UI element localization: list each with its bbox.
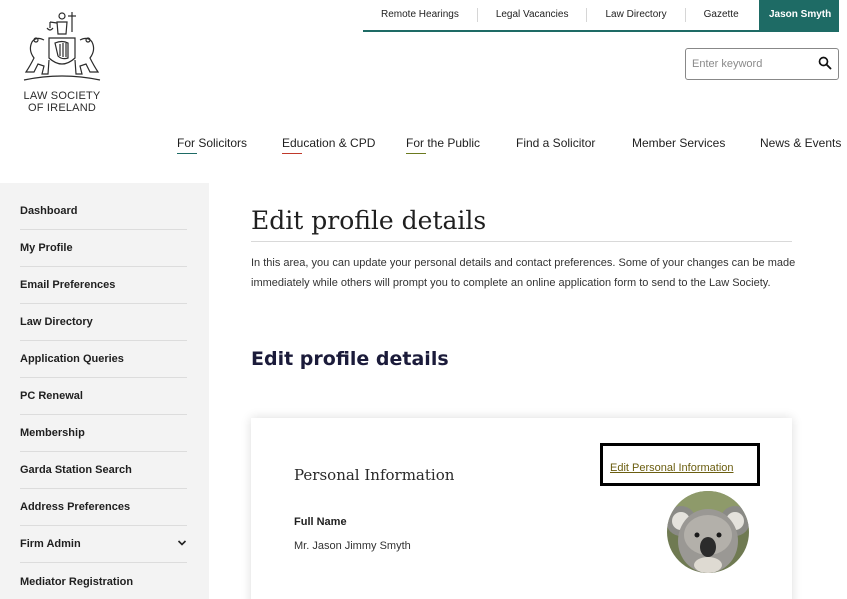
sidebar-item-firm-admin[interactable]: Firm Admin: [20, 526, 187, 563]
sidebar-item-application-queries[interactable]: Application Queries: [20, 341, 187, 378]
sidebar-item-dashboard[interactable]: Dashboard: [20, 193, 187, 230]
intro-text: In this area, you can update your person…: [251, 257, 796, 289]
page-title: Edit profile details: [251, 206, 487, 235]
koala-avatar-icon: [667, 491, 749, 573]
sidebar-item-label: Mediator Registration: [20, 575, 134, 588]
edit-personal-information-link[interactable]: Edit Personal Information: [610, 462, 734, 474]
full-name-label: Full Name: [294, 516, 347, 528]
sidebar-item-label: Garda Station Search: [20, 464, 132, 476]
utility-link-law-directory[interactable]: Law Directory: [587, 8, 686, 22]
nav-underline: [177, 153, 197, 154]
nav-news-events[interactable]: News & Events: [760, 136, 841, 156]
sidebar: Dashboard My Profile Email Preferences L…: [0, 183, 209, 599]
law-society-logo[interactable]: LAW SOCIETY OF IRELAND: [12, 10, 112, 120]
sidebar-item-label: Membership: [20, 427, 85, 439]
full-name-value: Mr. Jason Jimmy Smyth: [294, 540, 411, 552]
nav-label: For the Public: [406, 136, 481, 150]
nav-find-a-solicitor[interactable]: Find a Solicitor: [516, 136, 595, 156]
nav-education-cpd[interactable]: Education & CPD: [282, 136, 375, 156]
sidebar-item-mediator-registration[interactable]: Mediator Registration: [20, 563, 187, 599]
sidebar-item-label: Address Preferences: [20, 501, 131, 513]
sidebar-item-label: Dashboard: [20, 205, 78, 217]
avatar: [667, 491, 749, 573]
sidebar-item-membership[interactable]: Membership: [20, 415, 187, 452]
sidebar-item-address-preferences[interactable]: Address Preferences: [20, 489, 187, 526]
sidebar-item-label: Firm Admin: [20, 538, 81, 550]
chevron-down-icon[interactable]: [177, 538, 187, 548]
utility-link-legal-vacancies[interactable]: Legal Vacancies: [478, 8, 588, 22]
sidebar-item-law-directory[interactable]: Law Directory: [20, 304, 187, 341]
search-icon[interactable]: [818, 56, 832, 70]
main-nav: For Solicitors Education & CPD For the P…: [177, 136, 847, 158]
nav-underline: [406, 153, 426, 154]
sidebar-item-label: Law Directory: [20, 316, 93, 328]
edit-link-highlight: Edit Personal Information: [600, 443, 760, 486]
utility-link-remote-hearings[interactable]: Remote Hearings: [363, 8, 478, 22]
sidebar-item-label: Application Queries: [20, 353, 124, 365]
nav-underline: [282, 153, 302, 154]
sidebar-item-label: My Profile: [20, 242, 73, 254]
nav-label: For Solicitors: [177, 136, 248, 150]
nav-label: Education & CPD: [282, 136, 376, 150]
section-title: Edit profile details: [251, 348, 449, 370]
title-divider: [251, 241, 792, 242]
utility-nav: Remote Hearings Legal Vacancies Law Dire…: [363, 0, 839, 32]
nav-for-the-public[interactable]: For the Public: [406, 136, 480, 156]
user-account-button[interactable]: Jason Smyth: [759, 0, 839, 31]
search-box: [685, 48, 839, 80]
sidebar-item-my-profile[interactable]: My Profile: [20, 230, 187, 267]
sidebar-item-label: PC Renewal: [20, 390, 83, 402]
search-input[interactable]: [686, 58, 811, 70]
nav-label: Member Services: [632, 136, 726, 150]
nav-label: Find a Solicitor: [516, 136, 596, 150]
personal-information-card: Personal Information Edit Personal Infor…: [251, 418, 792, 599]
crest-icon: [23, 12, 101, 81]
sidebar-item-pc-renewal[interactable]: PC Renewal: [20, 378, 187, 415]
card-title: Personal Information: [294, 466, 455, 484]
nav-label: News & Events: [760, 136, 842, 150]
nav-member-services[interactable]: Member Services: [632, 136, 725, 156]
utility-link-gazette[interactable]: Gazette: [686, 8, 757, 22]
nav-for-solicitors[interactable]: For Solicitors: [177, 136, 247, 156]
logo-line-2: OF IRELAND: [27, 102, 96, 114]
sidebar-item-email-preferences[interactable]: Email Preferences: [20, 267, 187, 304]
logo-line-1: LAW SOCIETY: [23, 90, 101, 102]
sidebar-item-garda-station-search[interactable]: Garda Station Search: [20, 452, 187, 489]
sidebar-item-label: Email Preferences: [20, 279, 116, 291]
